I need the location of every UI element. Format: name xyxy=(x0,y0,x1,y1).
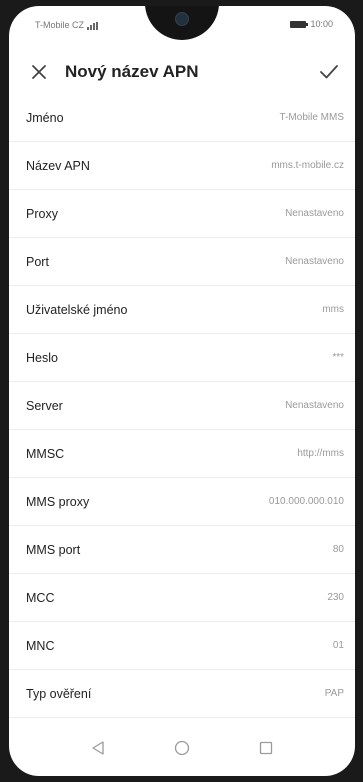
carrier-name: T-Mobile CZ xyxy=(35,20,85,30)
field-value: *** xyxy=(332,352,344,363)
field-label: MNC xyxy=(26,638,55,653)
navigation-bar xyxy=(9,720,355,776)
field-value: mms.t-mobile.cz xyxy=(271,160,344,171)
phone-screen: T-Mobile CZ 10:00 Nový název APN Jméno T… xyxy=(9,6,355,776)
app-bar: Nový název APN xyxy=(9,50,355,94)
status-bar: T-Mobile CZ 10:00 xyxy=(9,6,355,38)
check-icon[interactable] xyxy=(315,58,343,86)
back-icon[interactable] xyxy=(88,738,108,758)
field-label: Heslo xyxy=(26,350,58,365)
field-row-server[interactable]: Server Nenastaveno xyxy=(9,382,355,430)
field-label: Port xyxy=(26,254,49,269)
close-icon[interactable] xyxy=(25,58,53,86)
field-value: 010.000.000.010 xyxy=(268,496,344,507)
apn-settings-list: Jméno T-Mobile MMS Název APN mms.t-mobil… xyxy=(9,94,355,718)
field-row-proxy[interactable]: Proxy Nenastaveno xyxy=(9,190,355,238)
field-label: Název APN xyxy=(26,158,90,173)
field-row-mms-port[interactable]: MMS port 80 xyxy=(9,526,355,574)
field-label: MMS port xyxy=(26,542,81,557)
field-row-mnc[interactable]: MNC 01 xyxy=(9,622,355,670)
home-icon[interactable] xyxy=(172,738,192,758)
carrier-group: T-Mobile CZ xyxy=(35,20,99,30)
field-value: 01 xyxy=(332,640,344,651)
field-label: MCC xyxy=(26,590,55,605)
field-row-mms-proxy[interactable]: MMS proxy 010.000.000.010 xyxy=(9,478,355,526)
signal-icon xyxy=(87,22,99,30)
field-row-mcc[interactable]: MCC 230 xyxy=(9,574,355,622)
field-label: Uživatelské jméno xyxy=(26,302,128,317)
field-label: Server xyxy=(26,398,63,413)
battery-icon xyxy=(290,20,309,28)
field-value: Nenastaveno xyxy=(285,256,344,267)
status-time: 10:00 xyxy=(310,19,333,29)
field-label: MMS proxy xyxy=(26,494,90,509)
field-label: Jméno xyxy=(26,110,64,125)
field-row-name[interactable]: Jméno T-Mobile MMS xyxy=(9,94,355,142)
field-row-password[interactable]: Heslo *** xyxy=(9,334,355,382)
recents-icon[interactable] xyxy=(256,738,276,758)
page-title: Nový název APN xyxy=(65,62,199,81)
field-label: Typ ověření xyxy=(26,686,92,701)
field-row-username[interactable]: Uživatelské jméno mms xyxy=(9,286,355,334)
field-label: Proxy xyxy=(26,206,58,221)
field-row-port[interactable]: Port Nenastaveno xyxy=(9,238,355,286)
field-value: Nenastaveno xyxy=(285,400,344,411)
field-row-auth-type[interactable]: Typ ověření PAP xyxy=(9,670,355,718)
field-value: 230 xyxy=(327,592,344,603)
field-row-apn[interactable]: Název APN mms.t-mobile.cz xyxy=(9,142,355,190)
field-value: Nenastaveno xyxy=(285,208,344,219)
field-value: PAP xyxy=(324,688,344,699)
field-value: T-Mobile MMS xyxy=(279,112,344,123)
field-row-mmsc[interactable]: MMSC http://mms xyxy=(9,430,355,478)
field-value: mms xyxy=(322,304,344,315)
field-label: MMSC xyxy=(26,446,65,461)
field-value: 80 xyxy=(332,544,344,555)
field-value: http://mms xyxy=(297,448,344,459)
status-right: 10:00 xyxy=(290,19,333,29)
